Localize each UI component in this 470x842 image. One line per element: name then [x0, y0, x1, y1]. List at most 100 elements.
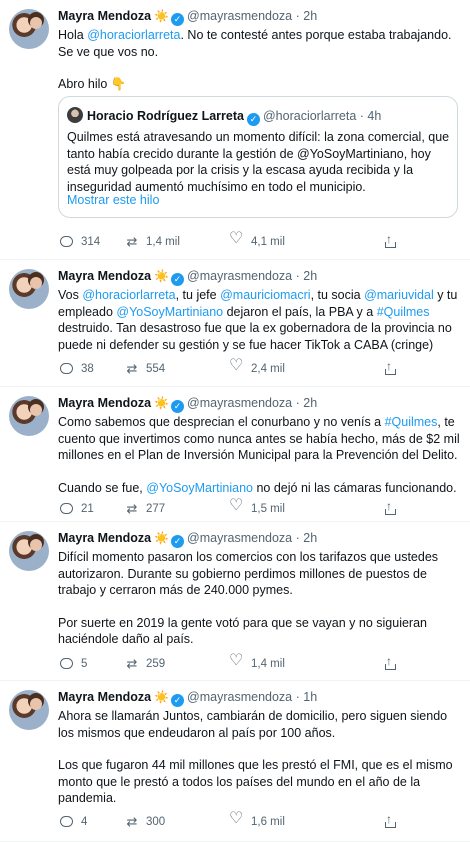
timestamp[interactable]: 1h — [303, 690, 317, 704]
sun-emoji: ☀️ — [154, 531, 170, 545]
tweet-paragraph: Hola @horaciorlarreta. No te contesté an… — [58, 27, 462, 60]
tweet[interactable]: Mayra Mendoza ☀️ ✓ @mayrasmendoza · 1h Ahora… — [0, 681, 470, 842]
author-handle[interactable]: @mayrasmendoza — [187, 9, 292, 23]
tweet[interactable]: Mayra Mendoza ☀️ ✓ @mayrasmendoza · 2h Hola … — [0, 0, 470, 260]
share-button[interactable] — [384, 358, 397, 377]
author-name[interactable]: Mayra Mendoza — [58, 690, 151, 704]
tweet-text: Vos @horaciorlarreta, tu jefe @mauriciom… — [58, 287, 462, 353]
mention-link[interactable]: #Quilmes — [385, 415, 438, 429]
retweet-count: 554 — [146, 363, 166, 375]
verified-badge-icon: ✓ — [171, 273, 185, 286]
tweet[interactable]: Mayra Mendoza ☀️ ✓ @mayrasmendoza · 2h Vos @… — [0, 260, 470, 387]
avatar[interactable] — [9, 396, 49, 436]
tweet[interactable]: Mayra Mendoza ☀️ ✓ @mayrasmendoza · 2h Como … — [0, 387, 470, 522]
reply-bubble-icon — [60, 363, 73, 374]
author-handle[interactable]: @mayrasmendoza — [187, 269, 292, 283]
reply-button[interactable]: 5 — [58, 656, 87, 672]
author-name[interactable]: Mayra Mendoza — [58, 531, 151, 545]
mention-link[interactable]: @mauriciomacri — [220, 288, 310, 302]
text-segment: Abro hilo 👇 — [58, 77, 127, 91]
retweet-icon: ⇄ — [126, 361, 138, 376]
tweet-thread: Mayra Mendoza ☀️ ✓ @mayrasmendoza · 2h Hola … — [0, 0, 470, 842]
quoted-tweet-text: Quilmes está atravesando un momento difí… — [67, 130, 450, 194]
like-button[interactable]: 1,6 mil — [228, 811, 285, 830]
reply-button[interactable]: 21 — [58, 501, 94, 517]
author-handle[interactable]: @mayrasmendoza — [187, 531, 292, 545]
like-count: 4,1 mil — [251, 236, 285, 248]
text-segment: Difícil momento pasaron los comercios co… — [58, 550, 439, 597]
tweet-actions: 314 ⇄ 1,4 mil 4,1 mil — [58, 231, 398, 250]
tweet-text: Difícil momento pasaron los comercios co… — [58, 549, 462, 648]
separator-dot: · — [292, 396, 304, 410]
tweet-paragraph: Como sabemos que desprecian el conurbano… — [58, 414, 462, 464]
separator-dot: · — [292, 269, 304, 283]
like-button[interactable]: 1,4 mil — [228, 653, 285, 672]
tweet-actions: 38 ⇄ 554 2,4 mil — [58, 358, 398, 377]
quoted-tweet-header: Horacio Rodríguez Larreta ✓ @horaciorlarre… — [67, 107, 381, 126]
retweet-button[interactable]: ⇄ 554 — [124, 361, 166, 377]
timestamp[interactable]: 2h — [303, 269, 317, 283]
reply-count: 314 — [81, 236, 101, 248]
reply-bubble-icon — [60, 658, 73, 669]
share-icon — [384, 358, 397, 375]
like-count: 1,6 mil — [251, 816, 285, 828]
verified-badge-icon: ✓ — [246, 113, 260, 126]
text-segment: , tu jefe — [175, 288, 221, 302]
quoted-author-handle: @horaciorlarreta — [262, 109, 357, 123]
separator-dot: · — [292, 690, 304, 704]
author-name[interactable]: Mayra Mendoza — [58, 9, 151, 23]
reply-button[interactable]: 314 — [58, 234, 100, 250]
tweet-text: Hola @horaciorlarreta. No te contesté an… — [58, 27, 462, 93]
retweet-icon: ⇄ — [126, 814, 138, 829]
reply-bubble-icon — [60, 503, 73, 514]
quoted-tweet[interactable]: Horacio Rodríguez Larreta ✓ @horaciorlarre… — [58, 96, 458, 218]
share-button[interactable] — [384, 811, 397, 830]
heart-icon — [229, 358, 243, 375]
like-button[interactable]: 1,5 mil — [228, 498, 285, 517]
share-button[interactable] — [384, 653, 397, 672]
reply-button[interactable]: 38 — [58, 361, 94, 377]
like-button[interactable]: 4,1 mil — [228, 231, 285, 250]
author-name[interactable]: Mayra Mendoza — [58, 396, 151, 410]
retweet-button[interactable]: ⇄ 259 — [124, 656, 166, 672]
like-count: 2,4 mil — [251, 363, 285, 375]
reply-count: 21 — [81, 503, 94, 515]
share-icon — [384, 811, 397, 828]
text-segment: Vos — [58, 288, 83, 302]
share-button[interactable] — [384, 498, 397, 517]
mention-link[interactable]: @YoSoyMartiniano — [116, 305, 223, 319]
mention-link[interactable]: @mariuvidal — [364, 288, 434, 302]
timestamp[interactable]: 2h — [303, 9, 317, 23]
retweet-button[interactable]: ⇄ 1,4 mil — [124, 234, 180, 250]
avatar[interactable] — [9, 9, 49, 49]
retweet-button[interactable]: ⇄ 277 — [124, 501, 166, 517]
show-thread-link[interactable]: Mostrar este hilo — [67, 193, 159, 207]
timestamp[interactable]: 2h — [303, 531, 317, 545]
tweet[interactable]: Mayra Mendoza ☀️ ✓ @mayrasmendoza · 2h Difíc… — [0, 522, 470, 681]
verified-badge-icon: ✓ — [171, 694, 185, 707]
like-count: 1,5 mil — [251, 503, 285, 515]
retweet-icon: ⇄ — [126, 656, 138, 671]
like-count: 1,4 mil — [251, 658, 285, 670]
tweet-paragraph: Por suerte en 2019 la gente votó para qu… — [58, 615, 462, 648]
sun-emoji: ☀️ — [154, 9, 170, 23]
mention-link[interactable]: @horaciorlarreta — [87, 28, 180, 42]
author-name[interactable]: Mayra Mendoza — [58, 269, 151, 283]
author-handle[interactable]: @mayrasmendoza — [187, 690, 292, 704]
author-handle[interactable]: @mayrasmendoza — [187, 396, 292, 410]
retweet-button[interactable]: ⇄ 300 — [124, 814, 166, 830]
retweet-count: 300 — [146, 816, 166, 828]
avatar[interactable] — [9, 690, 49, 730]
mention-link[interactable]: @YoSoyMartiniano — [146, 481, 253, 495]
reply-button[interactable]: 4 — [58, 814, 87, 830]
mention-link[interactable]: #Quilmes — [377, 305, 430, 319]
mention-link[interactable]: @horaciorlarreta — [82, 288, 175, 302]
avatar[interactable] — [9, 269, 49, 309]
reply-bubble-icon — [60, 816, 73, 827]
like-button[interactable]: 2,4 mil — [228, 358, 285, 377]
sun-emoji: ☀️ — [154, 396, 170, 410]
avatar[interactable] — [9, 531, 49, 571]
share-button[interactable] — [384, 231, 397, 250]
share-icon — [384, 653, 397, 670]
timestamp[interactable]: 2h — [303, 396, 317, 410]
